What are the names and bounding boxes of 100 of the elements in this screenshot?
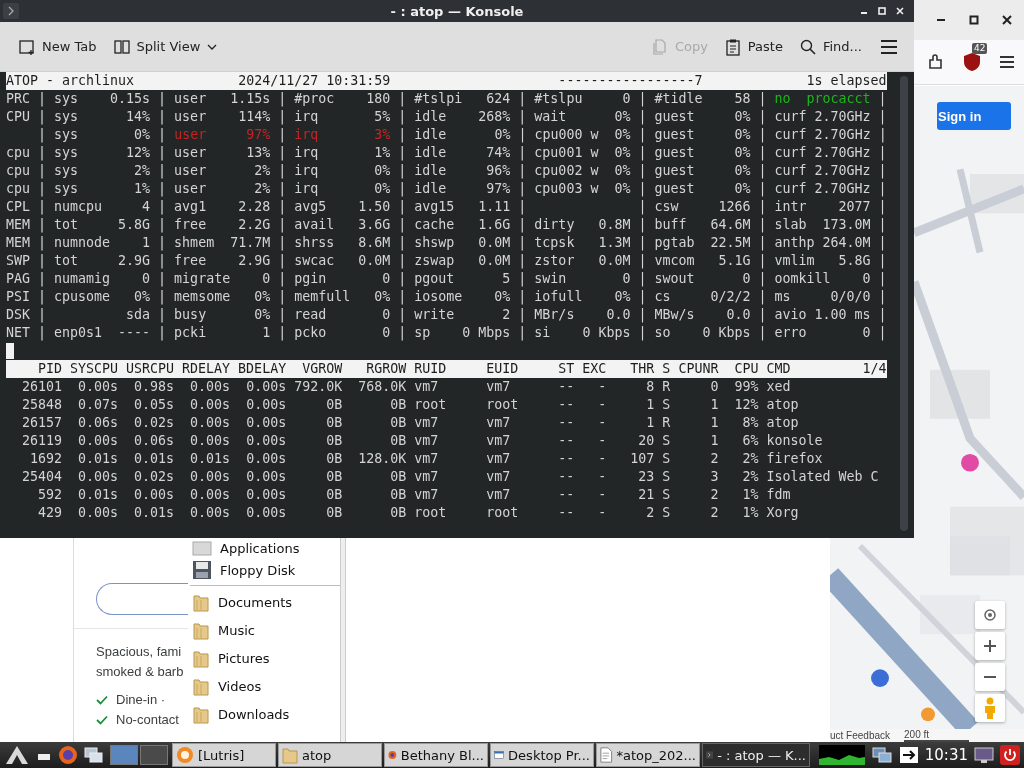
table-cell-text: 0B: [325, 504, 343, 522]
system-monitor-icon[interactable]: [818, 745, 865, 765]
table-cell-text: xed: [765, 378, 791, 396]
table-cell-text: S: [661, 486, 671, 504]
place-item[interactable]: Music: [188, 616, 340, 644]
terminal-line: MEM | numnode 1 | shmem 71.7M | shrss 8.6M | shswp 0.0M | tcpsk 1.3M | pgtab 22.5M | anthp 264.0M |: [6, 234, 887, 252]
table-cell-text: 3: [709, 468, 719, 486]
table-cell-text: 792.0K: [293, 378, 343, 396]
table-cell-text: 0.00s: [245, 432, 287, 450]
task-button[interactable]: atop: [278, 743, 382, 767]
table-cell-text: 1: [645, 414, 655, 432]
document-icon: [600, 746, 613, 764]
table-cell-text: 429: [37, 504, 63, 522]
column-header: EXC: [581, 360, 607, 378]
display-icon[interactable]: [974, 746, 994, 764]
table-cell-text: 0B: [325, 450, 343, 468]
folder-icon: [192, 648, 210, 668]
scrollbar[interactable]: [900, 76, 908, 531]
menu-icon: [880, 38, 898, 55]
table-cell-text: 12%: [733, 396, 759, 414]
table-cell-text: -: [597, 432, 607, 450]
description-text: Spacious, fami: [96, 643, 182, 661]
clock[interactable]: 10:31: [924, 746, 968, 764]
table-cell-text: S: [661, 504, 671, 522]
column-header: CMD: [765, 360, 791, 378]
power-icon[interactable]: [1000, 745, 1020, 765]
table-cell-text: 1%: [741, 504, 759, 522]
windows-icon[interactable]: [84, 746, 104, 764]
shield-icon[interactable]: [963, 52, 981, 72]
maximize-icon[interactable]: [969, 15, 979, 25]
table-cell-text: 0.02s: [133, 468, 175, 486]
table-cell-text: 0B: [389, 414, 407, 432]
place-item[interactable]: Pictures: [188, 644, 340, 672]
place-item[interactable]: Documents: [188, 588, 340, 616]
column-header: USRCPU: [125, 360, 175, 378]
task-button[interactable]: - : atop — K...: [702, 743, 810, 767]
table-cell-text: 1: [645, 396, 655, 414]
workspace-pager[interactable]: [110, 745, 168, 765]
table-cell-text: 2: [645, 504, 655, 522]
start-menu-icon[interactable]: [4, 745, 30, 765]
table-cell-text: 20: [637, 432, 655, 450]
paste-button[interactable]: Paste: [719, 33, 787, 60]
place-item[interactable]: Applications: [188, 538, 340, 556]
caret-icon: [206, 42, 219, 51]
zoom-in-button[interactable]: [975, 632, 1005, 660]
close-icon[interactable]: [1002, 15, 1013, 25]
puzzle-icon[interactable]: [927, 53, 945, 71]
table-cell-text: 0.00s: [245, 504, 287, 522]
place-item[interactable]: Floppy Disk: [188, 556, 340, 584]
table-cell-text: -: [597, 450, 607, 468]
table-cell-text: 0.01s: [189, 450, 231, 468]
split-view-button[interactable]: Split View: [108, 33, 223, 60]
table-cell-text: 0: [709, 378, 719, 396]
task-button[interactable]: Desktop Pr...: [490, 743, 594, 767]
menu-icon[interactable]: [999, 55, 1015, 69]
task-button[interactable]: Bethany Bl...: [384, 743, 488, 767]
column-header: ST: [557, 360, 575, 378]
sign-in-button[interactable]: Sign in: [937, 102, 1012, 130]
table-cell-text: 26101: [21, 378, 63, 396]
map-feedback-link[interactable]: uct Feedback: [830, 730, 891, 741]
logout-icon[interactable]: [898, 746, 919, 764]
table-cell-text: vm7: [485, 378, 512, 396]
table-cell-text: 0B: [389, 432, 407, 450]
terminal-line: cpu | sys 12% | user 13% | irq 1% | idle 74% | cpu001 w 0% | guest 0% | curf 2.70GHz |: [6, 144, 887, 162]
place-item[interactable]: Downloads: [188, 700, 340, 728]
place-item[interactable]: Videos: [188, 672, 340, 700]
clipboard-icon: [723, 37, 742, 56]
amenity-text: No-contact: [116, 711, 179, 729]
table-cell-text: 107: [629, 450, 655, 468]
network-icon[interactable]: [870, 746, 893, 764]
table-cell-text: 1: [709, 396, 719, 414]
extension-badge: 42: [972, 43, 988, 54]
table-cell-text: atop: [765, 396, 799, 414]
new-tab-button[interactable]: New Tab: [14, 33, 101, 60]
split-view-icon: [112, 37, 131, 56]
terminal-line: cpu | sys 2% | user 2% | irq 0% | idle 96% | cpu002 w 0% | guest 0% | curf 2.70GHz |: [6, 162, 887, 180]
check-icon: [96, 695, 108, 705]
task-button[interactable]: [Lutris]: [172, 743, 276, 767]
atop-header: ATOP - archlinux 2024/11/27 10:31:59 -----------------7 1s elapsed: [6, 72, 887, 90]
my-location-button[interactable]: [975, 601, 1005, 629]
column-header: RUID: [413, 360, 448, 378]
table-cell-text: 6%: [741, 432, 759, 450]
table-cell-text: 0.00s: [189, 396, 231, 414]
table-cell-text: 0.00s: [189, 414, 231, 432]
window-title: - : atop — Konsole: [390, 3, 524, 19]
task-button[interactable]: *atop_202...: [596, 743, 700, 767]
table-cell-text: 0.00s: [245, 450, 287, 468]
table-cell-text: 0B: [325, 396, 343, 414]
table-cell-text: root: [413, 504, 448, 522]
applications-icon: [192, 538, 212, 556]
table-cell-text: vm7: [413, 450, 440, 468]
table-cell-text: 0.00s: [245, 468, 287, 486]
table-cell-text: -: [597, 378, 607, 396]
table-cell-text: 0B: [325, 414, 343, 432]
folder-icon: [192, 676, 210, 696]
table-cell-text: 99%: [733, 378, 759, 396]
zoom-out-button[interactable]: [975, 663, 1005, 691]
find-button[interactable]: Find...: [794, 33, 866, 60]
amenity-text: Dine-in ·: [116, 691, 166, 709]
column-header: EUID: [485, 360, 520, 378]
